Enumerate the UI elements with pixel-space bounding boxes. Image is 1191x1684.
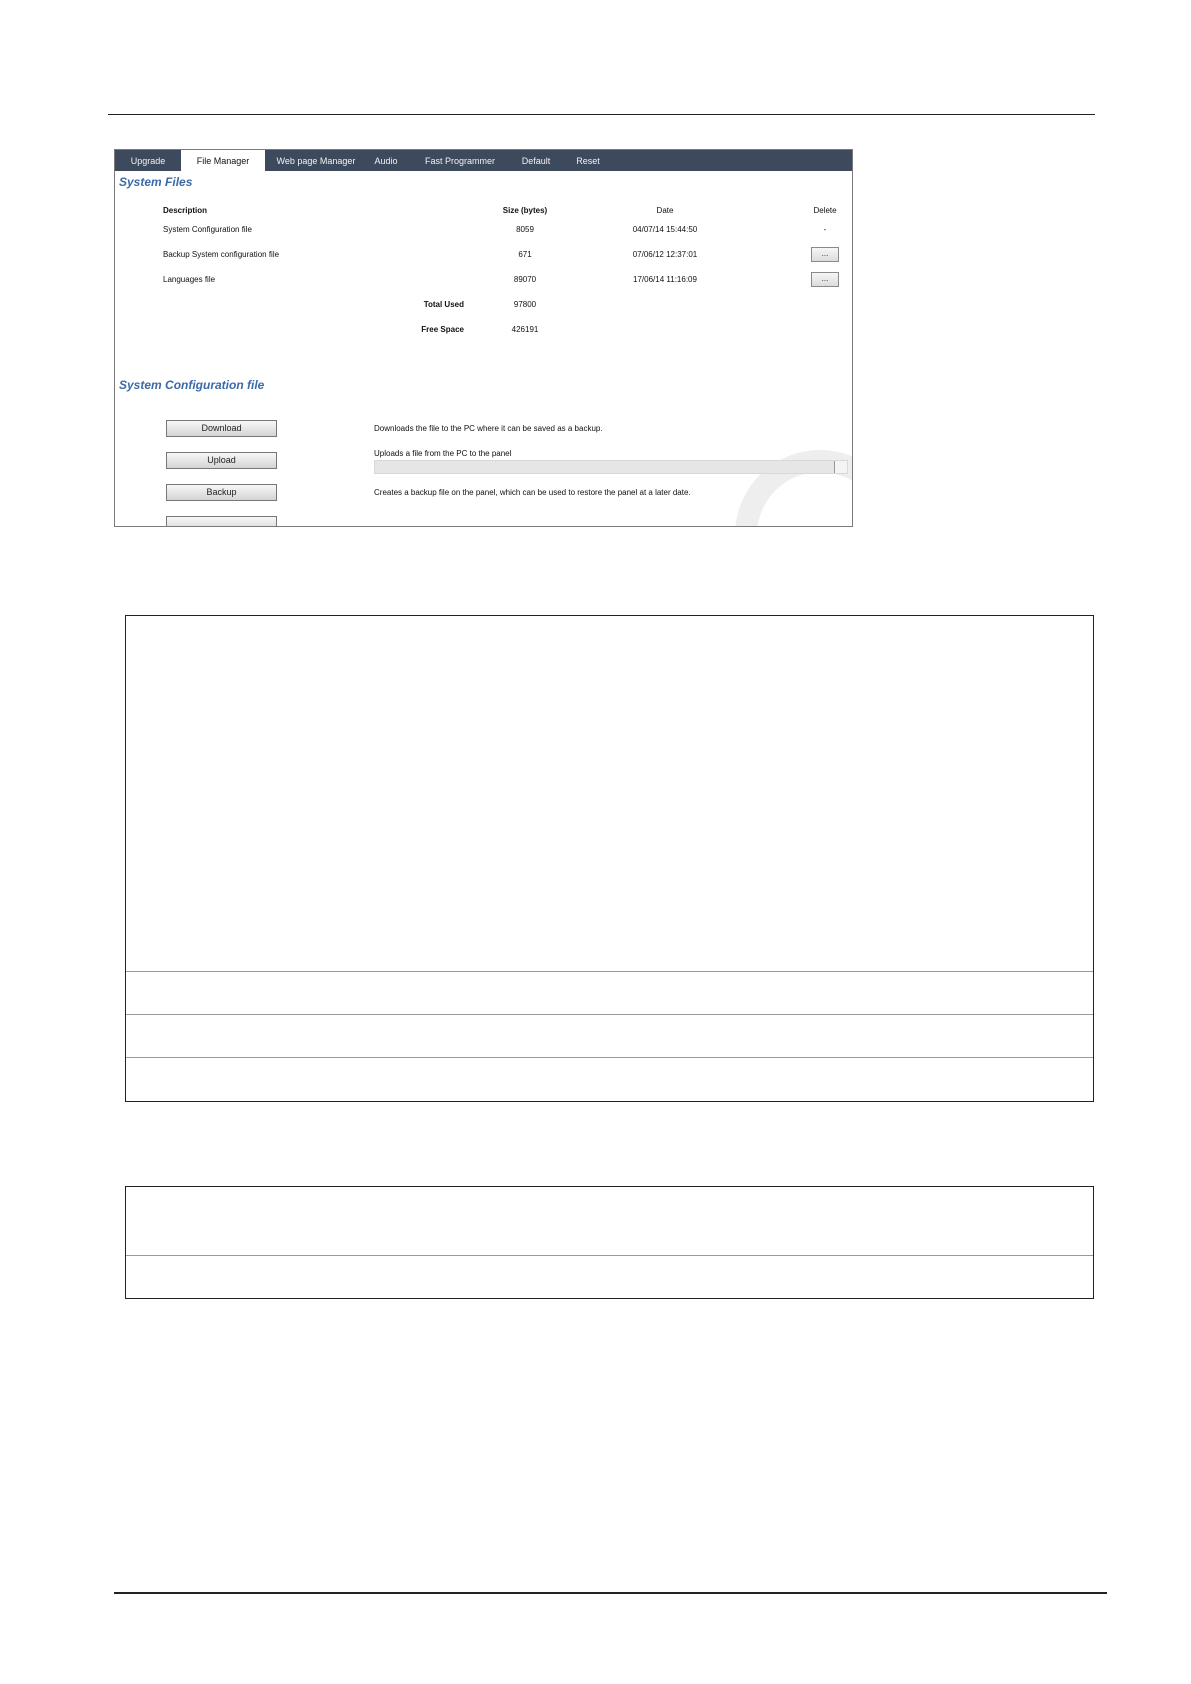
tab-upgrade[interactable]: Upgrade xyxy=(121,150,175,171)
description-table xyxy=(125,615,1094,1102)
delete-backup-button[interactable]: ... xyxy=(811,247,839,262)
tab-bar: Upgrade File Manager Web page Manager Au… xyxy=(115,150,852,171)
page-footer-rule xyxy=(114,1592,1107,1594)
tab-fast-programmer[interactable]: Fast Programmer xyxy=(415,150,505,171)
upload-file-input[interactable] xyxy=(374,460,848,474)
file-row-size: 8059 xyxy=(516,225,534,234)
system-files-title: System Files xyxy=(119,175,193,189)
col-description: Description xyxy=(163,206,208,215)
delete-languages-button[interactable]: ... xyxy=(811,272,839,287)
tab-default[interactable]: Default xyxy=(515,150,557,171)
file-row-size: 89070 xyxy=(513,275,537,284)
file-row-date: 17/06/14 11:16:09 xyxy=(633,275,697,284)
table-row-divider xyxy=(126,1255,1093,1256)
file-row-description: Backup System configuration file xyxy=(163,250,280,259)
file-row-size: 671 xyxy=(518,250,532,259)
file-row-description: Languages file xyxy=(163,275,216,284)
file-manager-screenshot: Upgrade File Manager Web page Manager Au… xyxy=(114,149,853,527)
system-config-title: System Configuration file xyxy=(119,378,265,392)
col-delete: Delete xyxy=(813,206,837,215)
page-header-rule xyxy=(108,114,1095,115)
file-row-delete: - xyxy=(823,225,827,234)
file-row-date: 07/06/12 12:37:01 xyxy=(632,250,698,259)
file-row-date: 04/07/14 15:44:50 xyxy=(632,225,698,234)
free-space-value: 426191 xyxy=(511,325,539,334)
col-size: Size (bytes) xyxy=(502,206,548,215)
upload-button[interactable]: Upload xyxy=(166,452,277,469)
note-table xyxy=(125,1186,1094,1299)
table-row-divider xyxy=(126,971,1093,972)
tab-audio[interactable]: Audio xyxy=(367,150,405,171)
tab-web-page-manager[interactable]: Web page Manager xyxy=(269,150,363,171)
total-used-value: 97800 xyxy=(513,300,537,309)
tab-file-manager[interactable]: File Manager xyxy=(181,150,265,171)
col-date: Date xyxy=(656,206,674,215)
table-row-divider xyxy=(126,1014,1093,1015)
tab-reset[interactable]: Reset xyxy=(569,150,607,171)
free-space-label: Free Space xyxy=(421,325,464,334)
browse-button[interactable] xyxy=(834,461,847,473)
restore-button[interactable] xyxy=(166,516,277,526)
file-row-description: System Configuration file xyxy=(163,225,252,234)
total-used-label: Total Used xyxy=(423,300,464,309)
backup-description: Creates a backup file on the panel, whic… xyxy=(374,488,691,497)
table-row-divider xyxy=(126,1057,1093,1058)
download-description: Downloads the file to the PC where it ca… xyxy=(374,424,603,433)
upload-description: Uploads a file from the PC to the panel xyxy=(374,449,512,458)
backup-button[interactable]: Backup xyxy=(166,484,277,501)
download-button[interactable]: Download xyxy=(166,420,277,437)
